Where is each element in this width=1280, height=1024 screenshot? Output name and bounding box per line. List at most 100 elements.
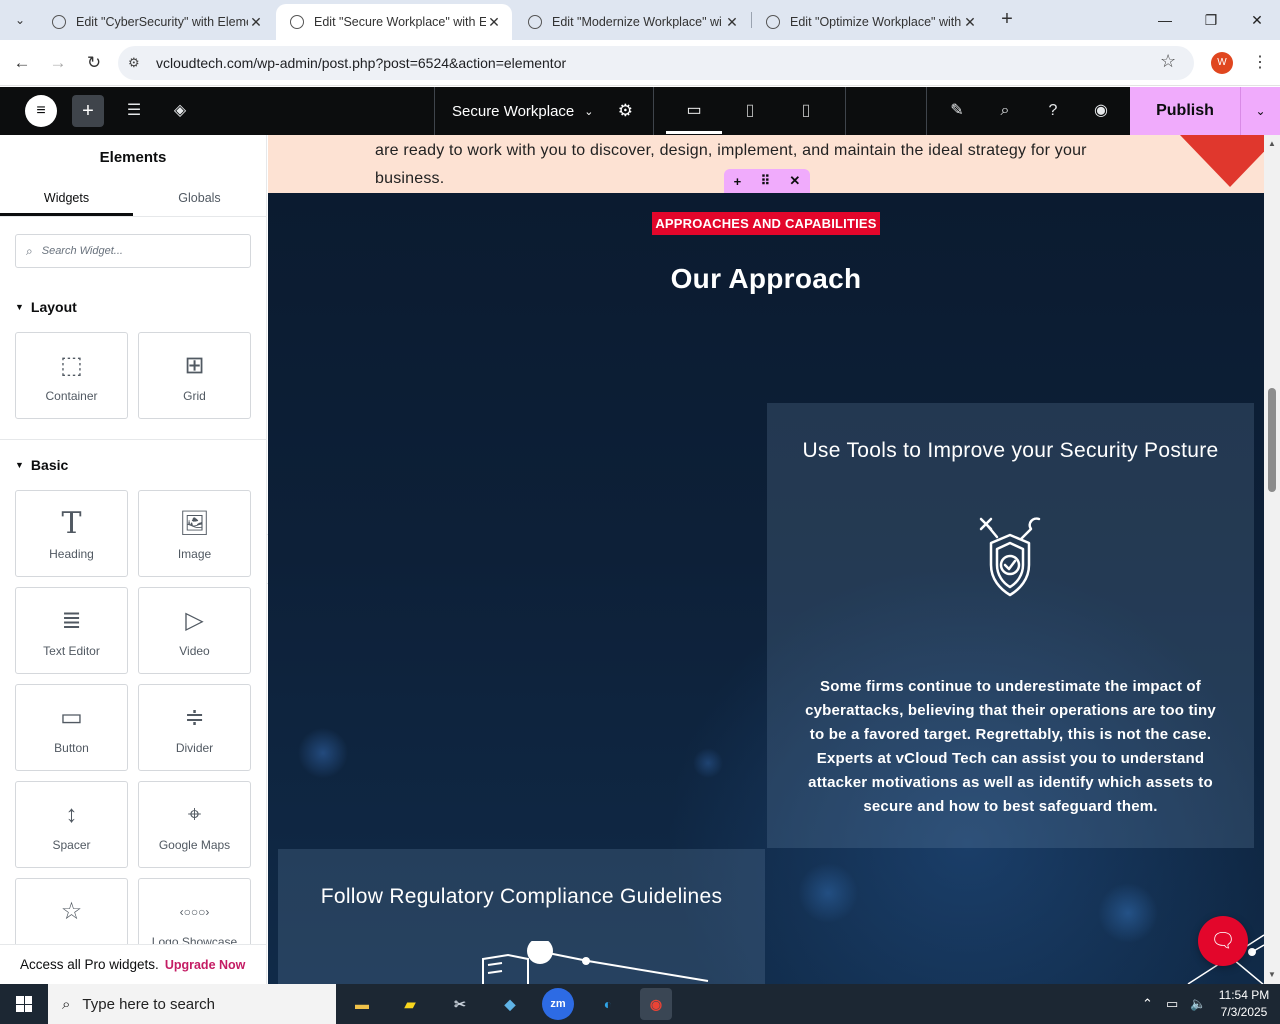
widget-text-editor[interactable]: ≣ Text Editor: [15, 587, 128, 674]
edge-icon[interactable]: ◐: [592, 988, 624, 1020]
responsive-mode-switcher: ▭ ▯ ▯: [654, 87, 846, 135]
basic-category-toggle[interactable]: ▼ Basic: [15, 440, 251, 490]
back-icon[interactable]: ←: [10, 51, 34, 75]
section-heading: Our Approach: [670, 263, 862, 294]
file-explorer-icon[interactable]: ▬: [346, 988, 378, 1020]
chevron-down-icon: ⌄: [584, 105, 594, 118]
close-icon[interactable]: ✕: [962, 14, 978, 31]
site-settings-icon[interactable]: ☰: [122, 99, 146, 123]
logo-showcase-icon: ‹○○○›: [179, 905, 210, 919]
zoom-icon[interactable]: zm: [542, 988, 574, 1020]
address-bar: ← → ↻ ⚙ vcloudtech.com/wp-admin/post.php…: [0, 40, 1280, 86]
window-close-icon[interactable]: ✕: [1234, 0, 1280, 40]
restore-icon[interactable]: ❐: [1188, 0, 1234, 40]
browser-tab[interactable]: Edit "Optimize Workplace" with ✕: [752, 4, 988, 40]
widget-search-input[interactable]: ⌕ Search Widget...: [15, 234, 251, 268]
tab-globals[interactable]: Globals: [133, 181, 266, 216]
notes-icon[interactable]: ✎: [945, 99, 969, 123]
widget-label: Heading: [49, 547, 94, 561]
add-element-button[interactable]: +: [72, 95, 104, 127]
widget-spacer[interactable]: ↕ Spacer: [15, 781, 128, 868]
bookmark-star-icon[interactable]: ☆: [1160, 51, 1176, 72]
security-posture-card[interactable]: Use Tools to Improve your Security Postu…: [767, 403, 1254, 848]
forward-icon[interactable]: →: [46, 51, 70, 75]
tab-search-button[interactable]: ⌄: [6, 6, 34, 34]
canvas-scrollbar[interactable]: ▲ ▼: [1264, 135, 1280, 984]
browser-tab[interactable]: Edit "Modernize Workplace" wi ✕: [514, 4, 750, 40]
widget-button[interactable]: ▭ Button: [15, 684, 128, 771]
add-section-icon[interactable]: +: [734, 174, 742, 189]
widget-google-maps[interactable]: ⌖ Google Maps: [138, 781, 251, 868]
url-field[interactable]: ⚙ vcloudtech.com/wp-admin/post.php?post=…: [118, 46, 1194, 80]
delete-section-icon[interactable]: ✕: [789, 173, 800, 189]
browser-menu-icon[interactable]: ⋮: [1252, 52, 1268, 72]
widget-label: Google Maps: [158, 838, 231, 852]
search-icon: ⌕: [62, 995, 71, 1013]
scroll-up-icon[interactable]: ▲: [1264, 137, 1280, 151]
browser-tab[interactable]: Edit "CyberSecurity" with Eleme ✕: [38, 4, 274, 40]
desktop-icon[interactable]: ▭: [682, 99, 706, 123]
card-title: Follow Regulatory Compliance Guidelines: [320, 885, 723, 908]
structure-layers-icon[interactable]: ◈: [168, 99, 192, 123]
close-icon[interactable]: ✕: [248, 14, 264, 31]
widget-container[interactable]: ⬚ Container: [15, 332, 128, 419]
card-description: Some firms continue to underestimate the…: [805, 678, 1216, 815]
gear-icon[interactable]: ⚙: [618, 101, 633, 121]
volume-icon[interactable]: 🔈: [1190, 984, 1206, 1024]
search-icon[interactable]: ⌕: [993, 99, 1017, 123]
site-info-icon[interactable]: ⚙: [128, 55, 156, 71]
start-button[interactable]: [0, 984, 48, 1024]
widget-image[interactable]: 🖼 Image: [138, 490, 251, 577]
drag-handle-icon[interactable]: ⠿: [761, 173, 771, 189]
preview-eye-icon[interactable]: ◉: [1089, 99, 1113, 123]
close-icon[interactable]: ✕: [486, 14, 502, 31]
chrome-icon[interactable]: ◉: [640, 988, 672, 1020]
category-title: Layout: [30, 299, 77, 315]
mobile-icon[interactable]: ▯: [794, 99, 818, 123]
minimize-icon[interactable]: —: [1142, 0, 1188, 40]
editor-canvas: are ready to work with you to discover, …: [268, 135, 1264, 984]
help-icon[interactable]: ?: [1041, 99, 1065, 123]
snipping-tool-icon[interactable]: ✂: [444, 988, 476, 1020]
elementor-logo-icon[interactable]: ≡: [25, 95, 57, 127]
browser-tab-active[interactable]: Edit "Secure Workplace" with El ✕: [276, 4, 512, 40]
system-clock[interactable]: 11:54 PM 7/3/2025: [1216, 987, 1272, 1021]
profile-avatar[interactable]: W: [1211, 52, 1233, 74]
tab-widgets[interactable]: Widgets: [0, 181, 133, 216]
pro-promo-bar: Access all Pro widgets. Upgrade Now: [0, 944, 266, 984]
search-icon: ⌕: [26, 243, 33, 258]
widget-heading[interactable]: T Heading: [15, 490, 128, 577]
new-tab-button[interactable]: +: [996, 8, 1018, 32]
upgrade-now-link[interactable]: Upgrade Now: [165, 958, 246, 972]
layout-category-toggle[interactable]: ▼ Layout: [15, 282, 251, 332]
category-title: Basic: [30, 457, 69, 473]
widget-divider[interactable]: ≑ Divider: [138, 684, 251, 771]
compliance-card[interactable]: Follow Regulatory Compliance Guidelines: [278, 849, 765, 984]
decorative-triangle: [1180, 135, 1264, 187]
reload-icon[interactable]: ↻: [82, 51, 106, 75]
sticky-notes-icon[interactable]: ▰: [394, 988, 426, 1020]
widget-video[interactable]: ▷ Video: [138, 587, 251, 674]
widget-label: Spacer: [52, 838, 91, 852]
chat-icon[interactable]: 🗨: [1198, 916, 1248, 966]
app-diamond-icon[interactable]: ◆: [494, 988, 526, 1020]
widget-label: Text Editor: [43, 644, 100, 658]
close-icon[interactable]: ✕: [724, 14, 740, 31]
publish-options-chevron-icon[interactable]: ⌄: [1240, 87, 1280, 135]
network-icon[interactable]: ▭: [1166, 984, 1178, 1024]
scroll-down-icon[interactable]: ▼: [1264, 968, 1280, 982]
grid-icon: ⊞: [184, 352, 205, 379]
publish-button[interactable]: Publish: [1130, 87, 1240, 135]
taskbar-search-box[interactable]: ⌕ Type here to search: [48, 984, 336, 1024]
elementor-top-bar: ≡ + ☰ ◈ Secure Workplace ⌄ ⚙ ▭ ▯ ▯ ✎ ⌕ ?…: [0, 87, 1280, 135]
tablet-icon[interactable]: ▯: [738, 99, 762, 123]
widget-label: Container: [45, 389, 98, 403]
page-settings-dropdown[interactable]: Secure Workplace ⌄ ⚙: [434, 87, 654, 135]
taskbar-search-placeholder: Type here to search: [82, 995, 215, 1013]
url-text[interactable]: vcloudtech.com/wp-admin/post.php?post=65…: [156, 55, 566, 71]
globe-icon: [528, 15, 542, 29]
widget-grid[interactable]: ⊞ Grid: [138, 332, 251, 419]
scrollbar-thumb[interactable]: [1268, 388, 1276, 492]
globe-icon: [766, 15, 780, 29]
tray-chevron-icon[interactable]: ⌃: [1142, 984, 1153, 1024]
